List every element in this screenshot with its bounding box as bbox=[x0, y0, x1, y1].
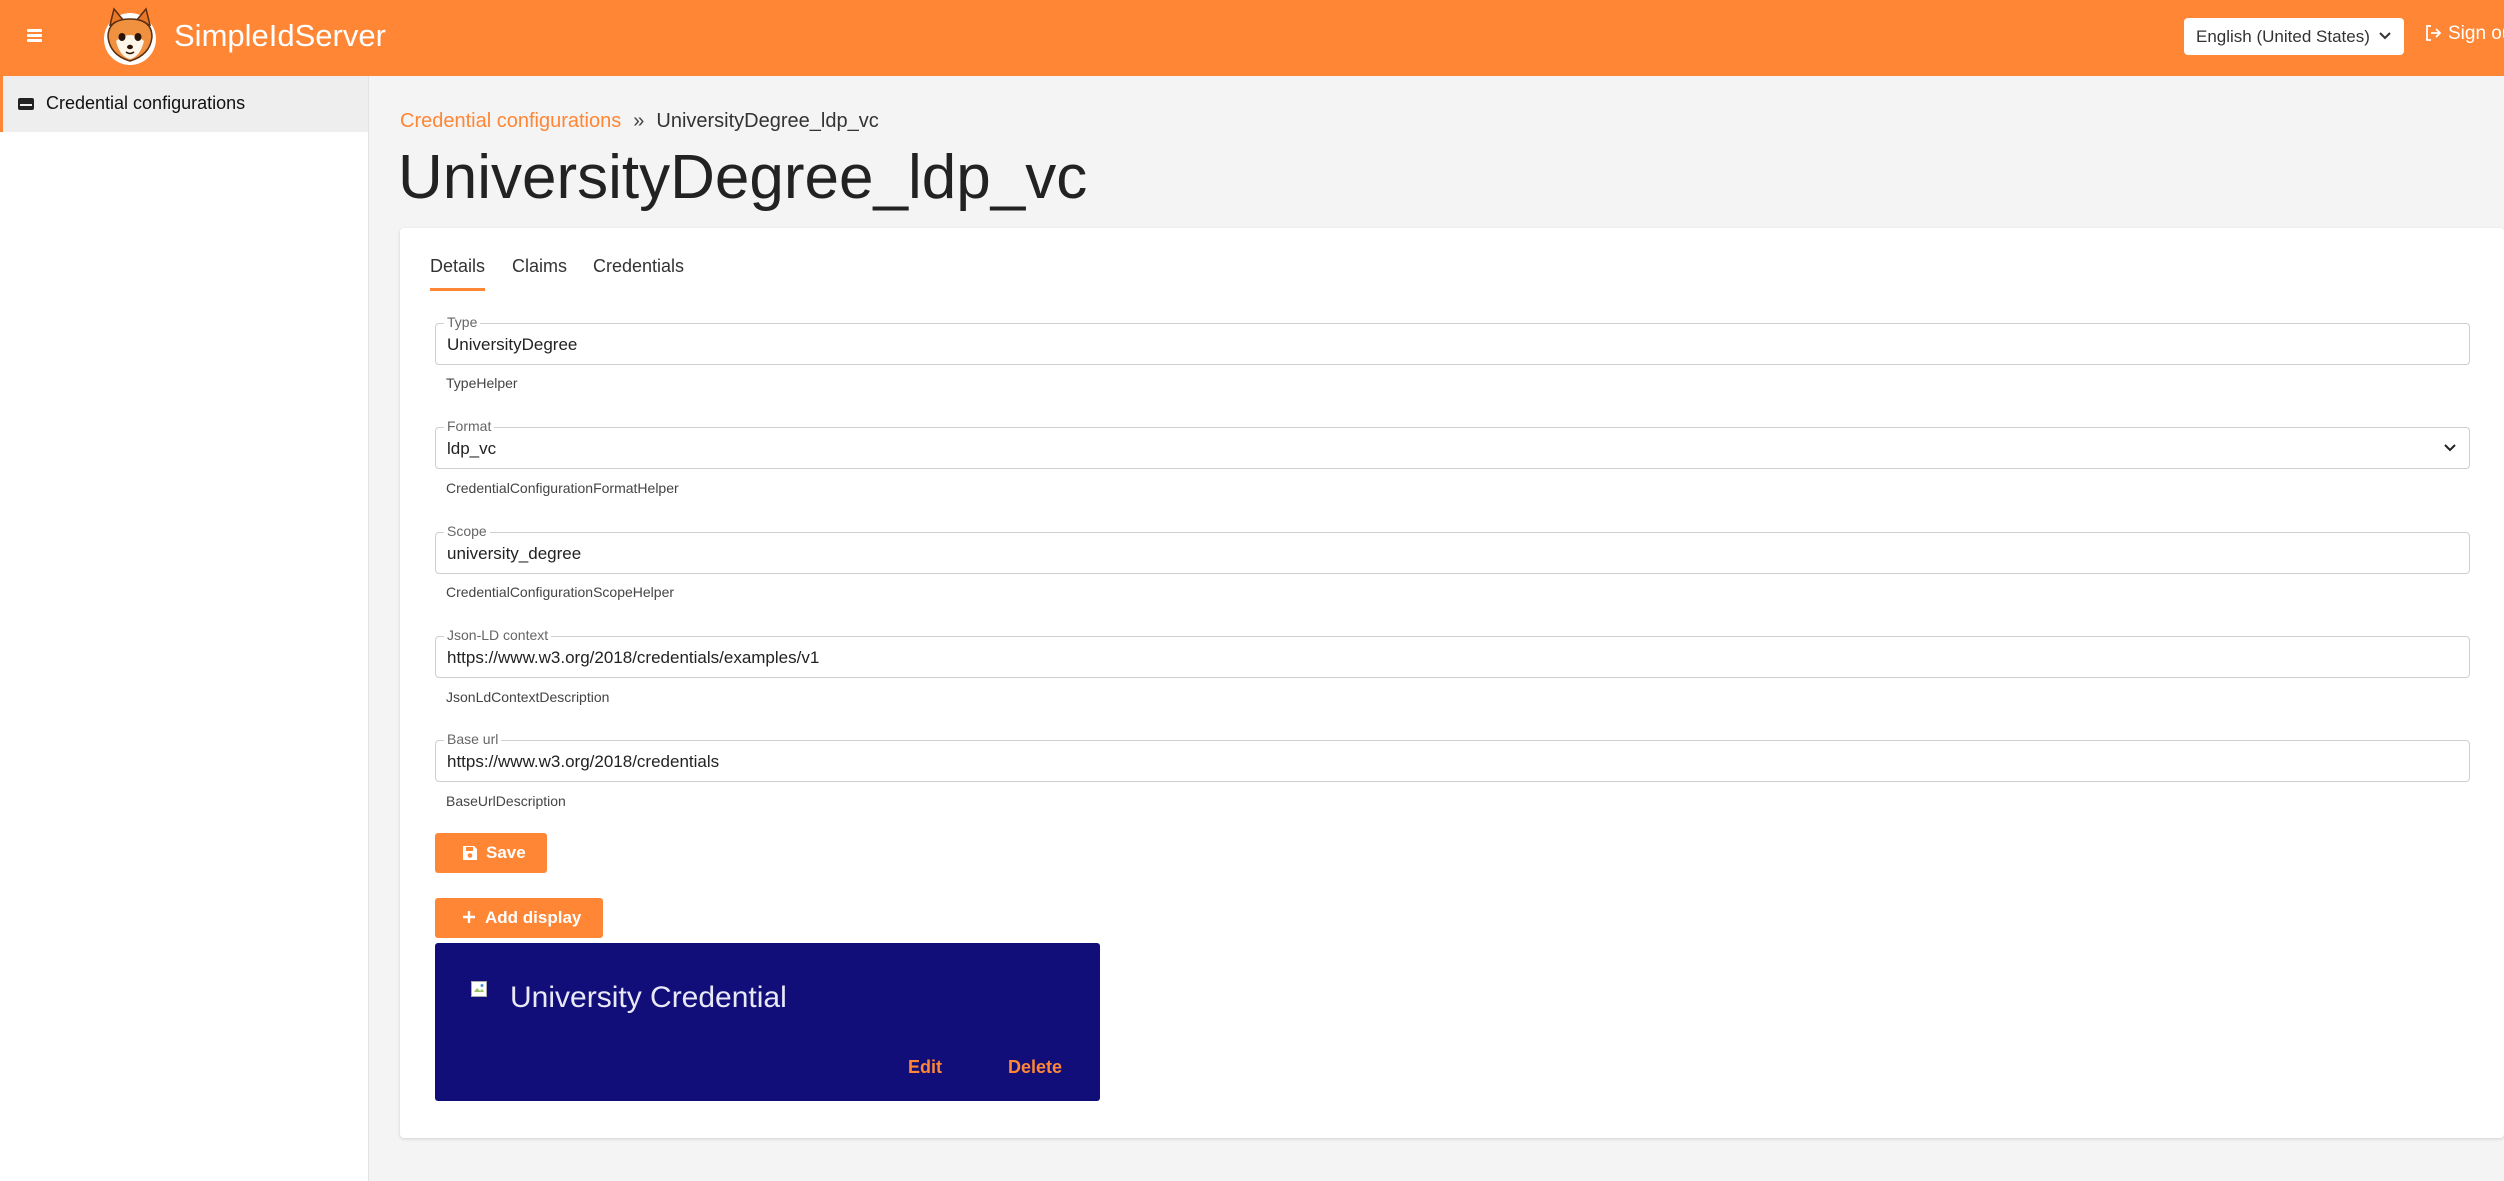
scope-field-label: Scope bbox=[444, 523, 490, 539]
add-display-button-label: Add display bbox=[485, 908, 582, 927]
tab-credentials[interactable]: Credentials bbox=[593, 256, 684, 288]
base-url-field-value: https://www.w3.org/2018/credentials bbox=[447, 752, 720, 771]
type-field-label: Type bbox=[444, 314, 481, 330]
top-app-bar: SimpleIdServer English (United States) S… bbox=[0, 0, 2504, 76]
scope-field-value: university_degree bbox=[447, 544, 582, 563]
plus-icon bbox=[463, 911, 475, 923]
sidebar: Credential configurations bbox=[0, 76, 369, 1181]
credential-display-card: University Credential Edit Delete bbox=[435, 943, 1100, 1101]
menu-icon[interactable] bbox=[24, 24, 46, 46]
sign-out-link[interactable]: Sign out bbox=[2424, 23, 2504, 45]
add-display-button[interactable]: Add display bbox=[435, 898, 603, 938]
breadcrumb-separator: » bbox=[633, 110, 645, 132]
json-ld-context-helper-text: JsonLdContextDescription bbox=[446, 689, 610, 705]
details-card: Details Claims Credentials Type Universi… bbox=[400, 228, 2504, 1138]
breadcrumb: Credential configurations » UniversityDegr… bbox=[400, 110, 879, 133]
json-ld-context-field-value: https://www.w3.org/2018/credentials/exam… bbox=[447, 648, 820, 667]
brand-name: SimpleIdServer bbox=[174, 18, 386, 53]
type-field[interactable]: Type UniversityDegree bbox=[435, 314, 2470, 365]
floppy-disk-icon bbox=[463, 846, 477, 860]
sign-out-label: Sign out bbox=[2448, 23, 2504, 44]
page-title: UniversityDegree_ldp_vc bbox=[398, 143, 1088, 212]
edit-display-button[interactable]: Edit bbox=[908, 1057, 942, 1078]
credential-card-icon bbox=[18, 98, 34, 110]
tab-details[interactable]: Details bbox=[430, 256, 486, 291]
sidebar-item-label: Credential configurations bbox=[46, 93, 246, 113]
base-url-field[interactable]: Base url https://www.w3.org/2018/credent… bbox=[435, 731, 2470, 782]
type-helper-text: TypeHelper bbox=[446, 375, 518, 391]
tab-claims[interactable]: Claims bbox=[512, 256, 567, 288]
scope-helper-text: CredentialConfigurationScopeHelper bbox=[446, 584, 675, 600]
base-url-helper-text: BaseUrlDescription bbox=[446, 793, 566, 809]
json-ld-context-field[interactable]: Json-LD context https://www.w3.org/2018/… bbox=[435, 627, 2470, 678]
sidebar-item-credential-configurations[interactable]: Credential configurations bbox=[0, 76, 368, 132]
chevron-down-icon bbox=[2444, 444, 2456, 452]
breadcrumb-current: UniversityDegree_ldp_vc bbox=[656, 110, 879, 132]
scope-field[interactable]: Scope university_degree bbox=[435, 523, 2470, 574]
save-button[interactable]: Save bbox=[435, 833, 547, 873]
json-ld-context-field-label: Json-LD context bbox=[444, 627, 552, 643]
format-select[interactable]: Format ldp_vc bbox=[435, 418, 2470, 469]
delete-display-button[interactable]: Delete bbox=[1008, 1057, 1062, 1078]
chevron-down-icon bbox=[2379, 32, 2391, 40]
credential-display-title: University Credential bbox=[510, 981, 787, 1014]
broken-image-icon bbox=[471, 981, 487, 997]
sign-out-icon bbox=[2426, 25, 2442, 41]
type-field-value: UniversityDegree bbox=[447, 335, 578, 354]
format-select-value: ldp_vc bbox=[447, 439, 497, 458]
save-button-label: Save bbox=[486, 843, 526, 862]
fox-logo-icon bbox=[104, 7, 156, 65]
breadcrumb-link-credential-configurations[interactable]: Credential configurations bbox=[400, 110, 621, 132]
base-url-field-label: Base url bbox=[444, 731, 502, 747]
language-select[interactable]: English (United States) bbox=[2184, 18, 2404, 55]
format-select-label: Format bbox=[444, 418, 495, 434]
language-select-value: English (United States) bbox=[2196, 27, 2370, 46]
format-helper-text: CredentialConfigurationFormatHelper bbox=[446, 480, 679, 496]
